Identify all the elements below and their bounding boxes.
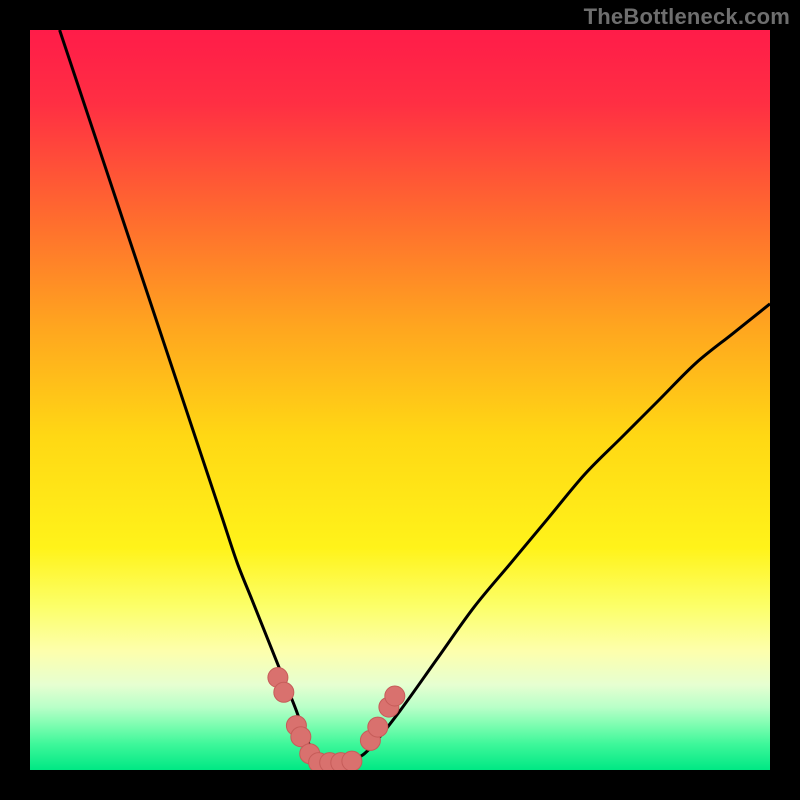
- watermark-text: TheBottleneck.com: [584, 4, 790, 30]
- chart-frame: TheBottleneck.com: [0, 0, 800, 800]
- plot-area: [30, 30, 770, 770]
- bottleneck-chart: [30, 30, 770, 770]
- data-marker: [368, 717, 388, 737]
- data-marker: [274, 682, 294, 702]
- data-marker: [342, 751, 362, 770]
- data-marker: [385, 686, 405, 706]
